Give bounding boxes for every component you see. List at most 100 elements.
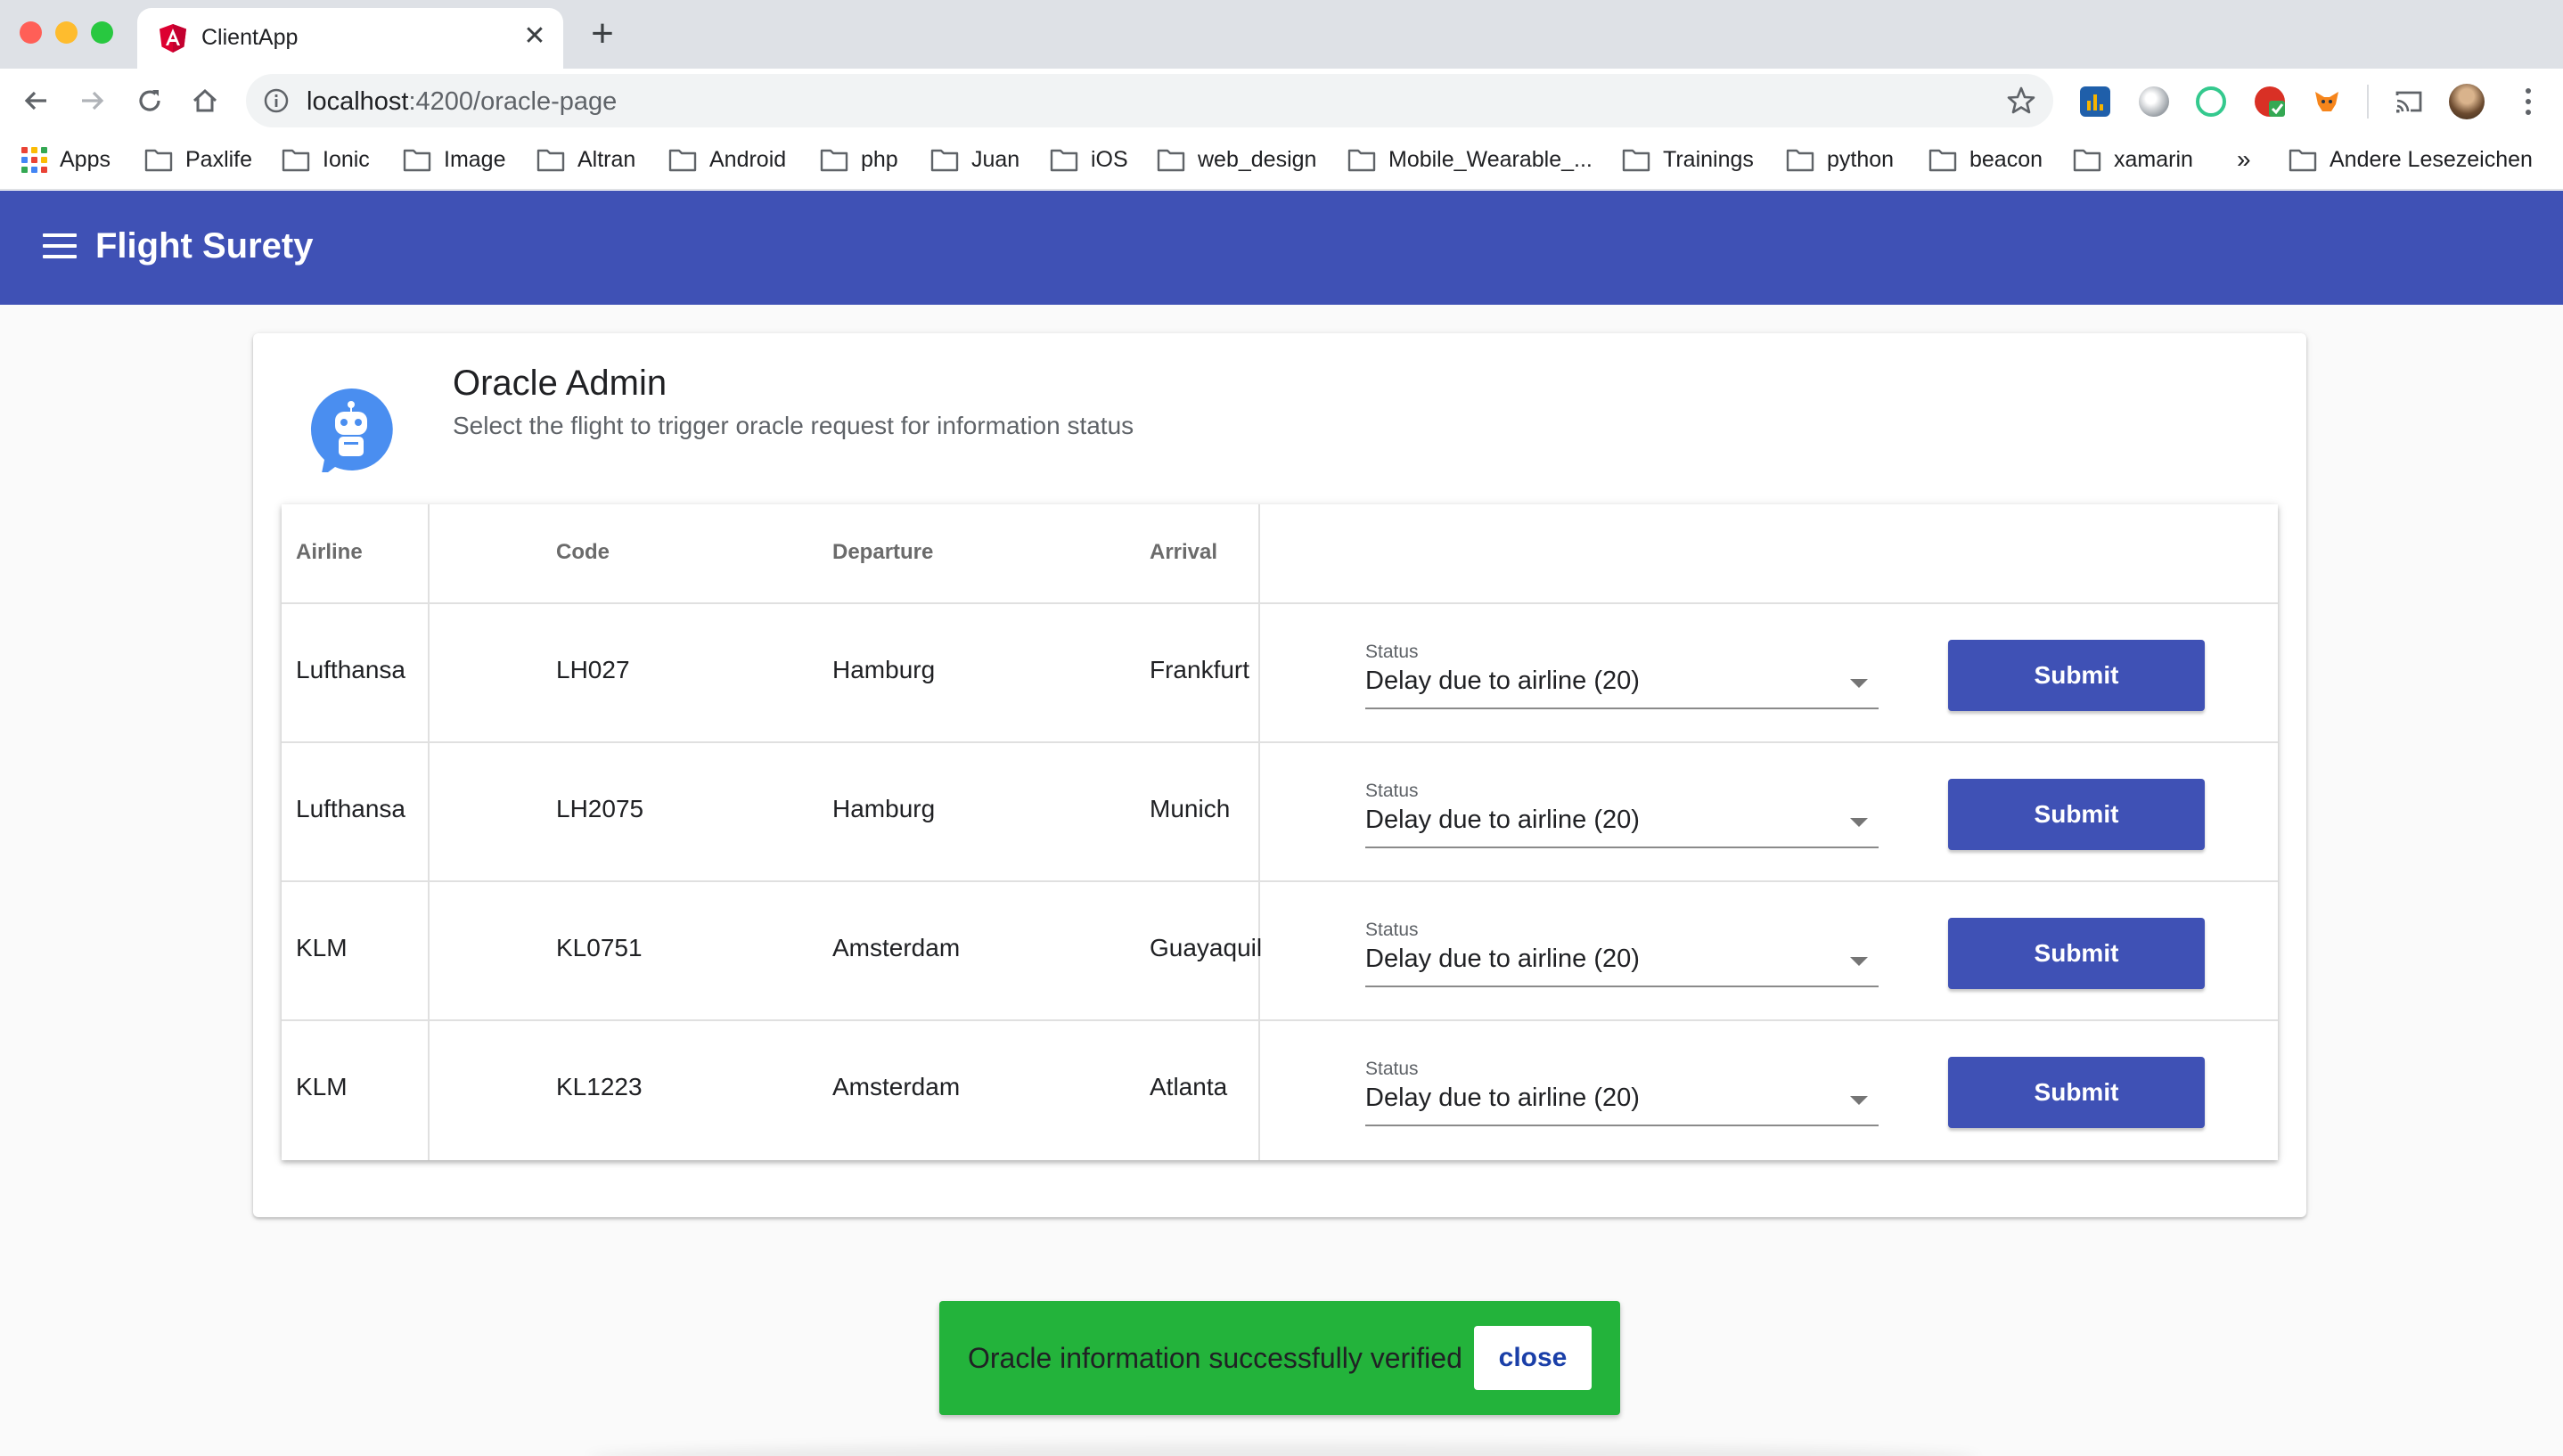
status-select[interactable]: Status Delay due to airline (20) [1365, 1059, 1879, 1126]
bookmarks-bar: Apps Paxlife Ionic Image Altran Android … [0, 133, 2563, 190]
status-select[interactable]: Status Delay due to airline (20) [1365, 642, 1879, 709]
bookmark-star-icon[interactable] [2005, 85, 2037, 117]
arrival-cell: Guayaquil [1150, 934, 1263, 961]
status-label: Status [1365, 781, 1419, 801]
bookmark-folder[interactable]: Juan [930, 143, 1019, 176]
bookmarks-overflow-button[interactable]: » [2237, 143, 2251, 176]
table-row: KLM KL1223 Amsterdam Atlanta Status Dela… [282, 1021, 2278, 1160]
dropdown-arrow-icon [1850, 957, 1868, 966]
folder-icon [2289, 149, 2317, 172]
toolbar-divider [2367, 85, 2369, 119]
submit-button[interactable]: Submit [1948, 1057, 2205, 1128]
other-bookmarks-folder[interactable]: Andere Lesezeichen [2289, 143, 2533, 176]
bookmark-folder[interactable]: Altran [536, 143, 635, 176]
bookmark-folder[interactable]: iOS [1050, 143, 1128, 176]
new-tab-button[interactable]: + [583, 14, 622, 55]
browser-tab-strip: ClientApp ✕ + [0, 0, 2563, 69]
bookmark-apps[interactable]: Apps [21, 143, 111, 176]
bookmark-folder[interactable]: web_design [1157, 143, 1316, 176]
robot-icon [310, 388, 393, 472]
home-icon [192, 88, 217, 112]
folder-icon [1928, 149, 1957, 172]
snackbar-close-button[interactable]: close [1474, 1326, 1592, 1390]
departure-cell: Hamburg [832, 795, 936, 822]
metamask-fox-icon[interactable] [2312, 86, 2342, 117]
folder-icon [668, 149, 697, 172]
bookmark-folder[interactable]: Ionic [282, 143, 370, 176]
bookmark-folder[interactable]: Image [403, 143, 505, 176]
folder-icon [1786, 149, 1814, 172]
status-select[interactable]: Status Delay due to airline (20) [1365, 920, 1879, 987]
home-button[interactable] [187, 83, 223, 119]
arrival-cell: Munich [1150, 795, 1231, 822]
reload-button[interactable] [132, 83, 168, 119]
back-button[interactable] [18, 83, 53, 119]
window-close-button[interactable] [20, 21, 42, 44]
table-row: Lufthansa LH2075 Hamburg Munich Status D… [282, 743, 2278, 882]
apps-grid-icon [21, 146, 47, 173]
back-arrow-icon [24, 91, 46, 110]
card-subtitle: Select the flight to trigger oracle requ… [453, 412, 1134, 439]
flights-table: Airline Code Departure Arrival Lufthansa… [282, 504, 2278, 1160]
airline-cell: Lufthansa [296, 795, 405, 822]
url-text: localhost:4200/oracle-page [307, 87, 617, 117]
circle-extension-icon[interactable] [2139, 86, 2169, 117]
cast-icon[interactable] [2394, 86, 2424, 117]
header-code: Code [556, 540, 610, 564]
analytics-extension-icon[interactable] [2080, 86, 2110, 117]
snackbar-message: Oracle information successfully verified [968, 1342, 1462, 1374]
status-value: Delay due to airline (20) [1365, 806, 1640, 834]
status-label: Status [1365, 642, 1419, 662]
security-extension-icon[interactable] [2255, 86, 2285, 117]
header-departure: Departure [832, 540, 934, 564]
submit-button[interactable]: Submit [1948, 779, 2205, 850]
bookmark-folder[interactable]: Android [668, 143, 786, 176]
window-minimize-button[interactable] [55, 21, 78, 44]
table-row: Lufthansa LH027 Hamburg Frankfurt Status… [282, 604, 2278, 743]
profile-avatar[interactable] [2449, 84, 2485, 119]
tab-close-icon[interactable]: ✕ [519, 20, 551, 53]
url-path: :4200/oracle-page [408, 87, 618, 116]
site-info-icon[interactable] [262, 86, 291, 115]
folder-icon [403, 149, 431, 172]
departure-cell: Amsterdam [832, 1073, 961, 1100]
header-arrival: Arrival [1150, 540, 1218, 564]
folder-icon [1050, 149, 1078, 172]
window-zoom-button[interactable] [91, 21, 113, 44]
dropdown-arrow-icon [1850, 1096, 1868, 1105]
browser-tab[interactable]: ClientApp ✕ [137, 8, 563, 69]
airline-cell: KLM [296, 1073, 348, 1100]
bookmark-folder[interactable]: Trainings [1622, 143, 1754, 176]
bookmark-folder[interactable]: Mobile_Wearable_... [1347, 143, 1593, 176]
departure-cell: Amsterdam [832, 934, 961, 961]
status-label: Status [1365, 1059, 1419, 1079]
folder-icon [1347, 149, 1376, 172]
header-airline: Airline [296, 540, 363, 564]
address-bar[interactable]: localhost:4200/oracle-page [246, 74, 2053, 127]
airline-cell: Lufthansa [296, 656, 405, 683]
arrival-cell: Frankfurt [1150, 656, 1250, 683]
status-select[interactable]: Status Delay due to airline (20) [1365, 781, 1879, 848]
app-title: Flight Surety [95, 226, 314, 266]
dropdown-arrow-icon [1850, 818, 1868, 827]
forward-button[interactable] [75, 83, 111, 119]
snackbar: Oracle information successfully verified… [939, 1301, 1620, 1415]
bookmark-folder[interactable]: beacon [1928, 143, 2043, 176]
folder-icon [1622, 149, 1650, 172]
hamburger-menu-icon[interactable] [43, 233, 77, 262]
status-value: Delay due to airline (20) [1365, 945, 1640, 973]
bookmark-folder[interactable]: python [1786, 143, 1894, 176]
bookmark-folder[interactable]: xamarin [2073, 143, 2193, 176]
url-host: localhost [307, 87, 409, 116]
browser-menu-icon[interactable] [2515, 86, 2542, 117]
submit-button[interactable]: Submit [1948, 640, 2205, 711]
folder-icon [536, 149, 565, 172]
bookmark-folder[interactable]: Paxlife [144, 143, 252, 176]
submit-button[interactable]: Submit [1948, 918, 2205, 989]
folder-icon [820, 149, 848, 172]
folder-icon [930, 149, 959, 172]
code-cell: KL0751 [556, 934, 643, 961]
tab-title: ClientApp [201, 25, 299, 50]
bookmark-folder[interactable]: php [820, 143, 898, 176]
target-extension-icon[interactable] [2196, 86, 2226, 117]
